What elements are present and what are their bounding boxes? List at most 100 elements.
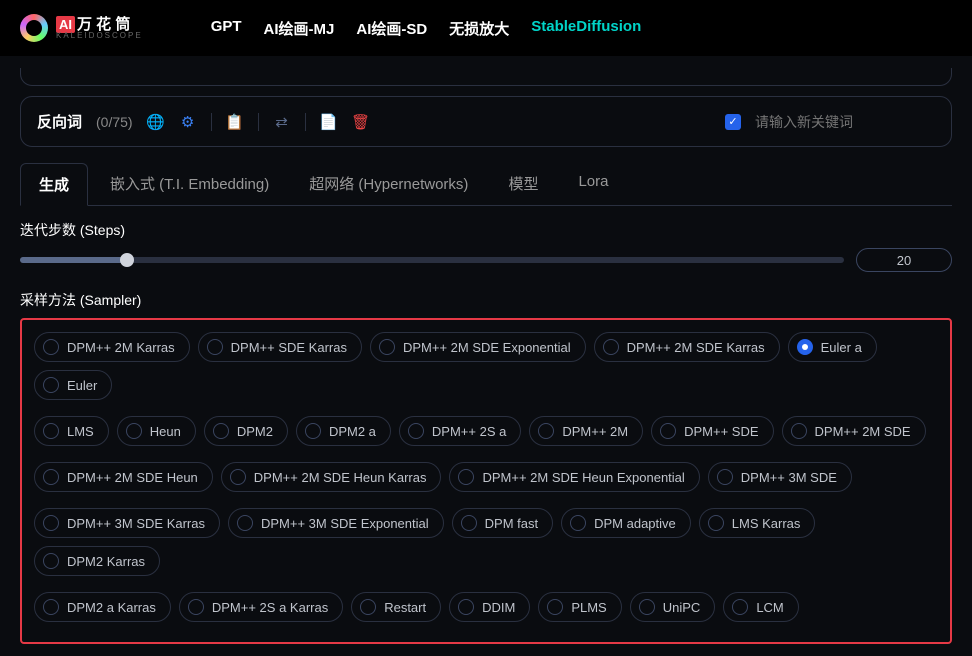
toggle-checkbox[interactable]: ✓ bbox=[725, 114, 741, 130]
globe-icon[interactable]: 🌐 bbox=[147, 113, 165, 131]
nav-gpt[interactable]: GPT bbox=[211, 18, 242, 39]
radio-label: DPM++ SDE Karras bbox=[231, 340, 347, 355]
sampler-dpm-2m-sde[interactable]: DPM++ 2M SDE bbox=[782, 416, 926, 446]
tab-lora[interactable]: Lora bbox=[560, 163, 626, 205]
sampler-dpm2-karras[interactable]: DPM2 Karras bbox=[34, 546, 160, 576]
tabs: 生成 嵌入式 (T.I. Embedding) 超网络 (Hypernetwor… bbox=[20, 163, 952, 206]
sampler-dpm-sde[interactable]: DPM++ SDE bbox=[651, 416, 773, 446]
slider-thumb[interactable] bbox=[120, 253, 134, 267]
radio-icon bbox=[43, 339, 59, 355]
radio-icon bbox=[305, 423, 321, 439]
radio-icon bbox=[603, 339, 619, 355]
logo-icon bbox=[20, 14, 48, 42]
radio-label: DPM++ 3M SDE Karras bbox=[67, 516, 205, 531]
radio-icon bbox=[791, 423, 807, 439]
sampler-dpm-2m-sde-exponential[interactable]: DPM++ 2M SDE Exponential bbox=[370, 332, 586, 362]
collapsed-panel bbox=[20, 68, 952, 86]
radio-icon bbox=[717, 469, 733, 485]
nav-mj[interactable]: AI绘画-MJ bbox=[264, 18, 335, 39]
radio-label: DPM++ 2M Karras bbox=[67, 340, 175, 355]
radio-label: Euler a bbox=[821, 340, 862, 355]
radio-label: DPM fast bbox=[485, 516, 538, 531]
sampler-dpm2-a[interactable]: DPM2 a bbox=[296, 416, 391, 446]
radio-label: DPM++ SDE bbox=[684, 424, 758, 439]
translate-icon[interactable]: ⇄ bbox=[273, 113, 291, 131]
sampler-euler-a[interactable]: Euler a bbox=[788, 332, 877, 362]
radio-label: Heun bbox=[150, 424, 181, 439]
sampler-lms[interactable]: LMS bbox=[34, 416, 109, 446]
radio-icon bbox=[797, 339, 813, 355]
steps-title: 迭代步数 (Steps) bbox=[20, 220, 952, 240]
sampler-title: 采样方法 (Sampler) bbox=[20, 290, 952, 310]
sampler-lms-karras[interactable]: LMS Karras bbox=[699, 508, 816, 538]
sampler-dpm-2s-a-karras[interactable]: DPM++ 2S a Karras bbox=[179, 592, 343, 622]
paste-icon[interactable]: 📄 bbox=[320, 113, 338, 131]
sampler-dpm-2m-karras[interactable]: DPM++ 2M Karras bbox=[34, 332, 190, 362]
steps-value[interactable]: 20 bbox=[856, 248, 952, 272]
logo[interactable]: AI万 花 筒 KALEIDOSCOPE bbox=[20, 14, 143, 42]
sampler-dpm-adaptive[interactable]: DPM adaptive bbox=[561, 508, 691, 538]
sampler-dpm-3m-sde-exponential[interactable]: DPM++ 3M SDE Exponential bbox=[228, 508, 444, 538]
sampler-ddim[interactable]: DDIM bbox=[449, 592, 530, 622]
tab-embedding[interactable]: 嵌入式 (T.I. Embedding) bbox=[92, 163, 287, 205]
sampler-dpm-2s-a[interactable]: DPM++ 2S a bbox=[399, 416, 521, 446]
nav-sd[interactable]: AI绘画-SD bbox=[356, 18, 427, 39]
sampler-dpm2[interactable]: DPM2 bbox=[204, 416, 288, 446]
sampler-unipc[interactable]: UniPC bbox=[630, 592, 716, 622]
radio-label: DPM++ 2S a Karras bbox=[212, 600, 328, 615]
radio-label: LMS bbox=[67, 424, 94, 439]
sampler-dpm-2m[interactable]: DPM++ 2M bbox=[529, 416, 643, 446]
radio-label: PLMS bbox=[571, 600, 606, 615]
sampler-dpm-2m-sde-heun-karras[interactable]: DPM++ 2M SDE Heun Karras bbox=[221, 462, 442, 492]
radio-icon bbox=[360, 599, 376, 615]
radio-icon bbox=[660, 423, 676, 439]
trash-icon[interactable]: 🗑 bbox=[352, 113, 370, 131]
sampler-plms[interactable]: PLMS bbox=[538, 592, 621, 622]
sampler-dpm-2m-sde-heun-exponential[interactable]: DPM++ 2M SDE Heun Exponential bbox=[449, 462, 699, 492]
radio-icon bbox=[43, 515, 59, 531]
sampler-dpm-2m-sde-heun[interactable]: DPM++ 2M SDE Heun bbox=[34, 462, 213, 492]
radio-icon bbox=[230, 469, 246, 485]
sampler-euler[interactable]: Euler bbox=[34, 370, 112, 400]
keyword-input[interactable] bbox=[755, 114, 935, 130]
gear-icon[interactable]: ⚙ bbox=[179, 113, 197, 131]
nav-upscale[interactable]: 无损放大 bbox=[449, 18, 509, 39]
radio-icon bbox=[213, 423, 229, 439]
tab-hypernetworks[interactable]: 超网络 (Hypernetworks) bbox=[291, 163, 486, 205]
radio-label: DPM++ 2M SDE Heun Exponential bbox=[482, 470, 684, 485]
radio-label: DDIM bbox=[482, 600, 515, 615]
radio-label: LCM bbox=[756, 600, 783, 615]
radio-label: DPM++ 3M SDE bbox=[741, 470, 837, 485]
radio-icon bbox=[43, 423, 59, 439]
radio-label: Restart bbox=[384, 600, 426, 615]
sampler-dpm2-a-karras[interactable]: DPM2 a Karras bbox=[34, 592, 171, 622]
neg-label: 反向词 bbox=[37, 111, 82, 132]
radio-label: DPM2 bbox=[237, 424, 273, 439]
sampler-box: DPM++ 2M Karras DPM++ SDE Karras DPM++ 2M … bbox=[20, 318, 952, 644]
radio-icon bbox=[126, 423, 142, 439]
steps-slider[interactable] bbox=[20, 257, 844, 263]
sampler-heun[interactable]: Heun bbox=[117, 416, 196, 446]
neg-count: (0/75) bbox=[96, 114, 133, 130]
sampler-dpm-2m-sde-karras[interactable]: DPM++ 2M SDE Karras bbox=[594, 332, 780, 362]
radio-label: Euler bbox=[67, 378, 97, 393]
radio-label: DPM++ 2M SDE Heun Karras bbox=[254, 470, 427, 485]
tab-model[interactable]: 模型 bbox=[490, 163, 556, 205]
sampler-restart[interactable]: Restart bbox=[351, 592, 441, 622]
radio-label: LMS Karras bbox=[732, 516, 801, 531]
radio-icon bbox=[188, 599, 204, 615]
radio-icon bbox=[207, 339, 223, 355]
sampler-dpm-sde-karras[interactable]: DPM++ SDE Karras bbox=[198, 332, 362, 362]
radio-label: DPM++ 3M SDE Exponential bbox=[261, 516, 429, 531]
sampler-dpm-3m-sde[interactable]: DPM++ 3M SDE bbox=[708, 462, 852, 492]
nav-stable[interactable]: StableDiffusion bbox=[531, 18, 641, 39]
radio-label: DPM2 a Karras bbox=[67, 600, 156, 615]
sampler-dpm-fast[interactable]: DPM fast bbox=[452, 508, 553, 538]
copy-icon[interactable]: 📋 bbox=[226, 113, 244, 131]
tab-generate[interactable]: 生成 bbox=[20, 163, 88, 206]
radio-icon bbox=[570, 515, 586, 531]
radio-icon bbox=[639, 599, 655, 615]
sampler-lcm[interactable]: LCM bbox=[723, 592, 798, 622]
radio-icon bbox=[708, 515, 724, 531]
sampler-dpm-3m-sde-karras[interactable]: DPM++ 3M SDE Karras bbox=[34, 508, 220, 538]
